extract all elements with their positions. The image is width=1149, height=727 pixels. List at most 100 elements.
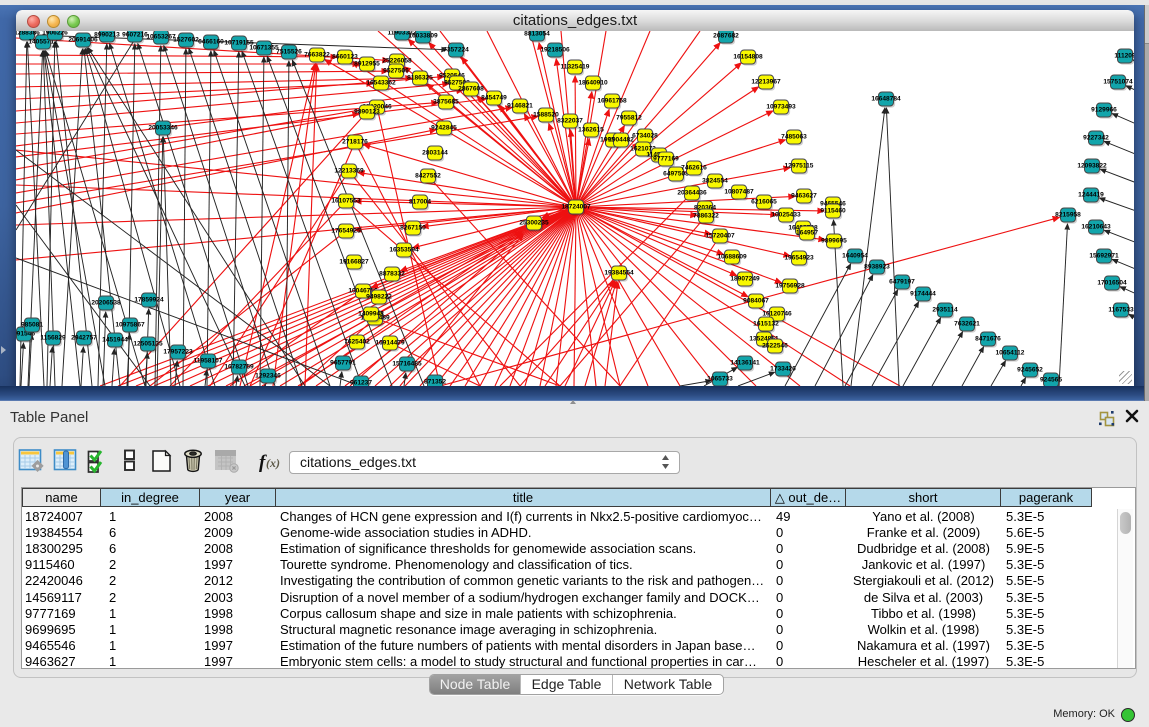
svg-text:3875685: 3875685 <box>433 99 459 106</box>
svg-text:1065733: 1065733 <box>707 376 733 383</box>
svg-text:16961758: 16961758 <box>597 98 627 105</box>
svg-text:16353594: 16353594 <box>389 247 419 254</box>
svg-text:1292346: 1292346 <box>255 373 281 380</box>
svg-text:1615132: 1615132 <box>753 321 779 328</box>
svg-text:9245652: 9245652 <box>1017 367 1043 374</box>
svg-text:3824554: 3824554 <box>702 178 728 185</box>
svg-text:9777169: 9777169 <box>653 156 679 163</box>
svg-text:15692971: 15692971 <box>1089 253 1119 260</box>
svg-text:2935114: 2935114 <box>932 307 958 314</box>
svg-text:16210643: 16210643 <box>1081 224 1111 231</box>
svg-text:9129966: 9129966 <box>1091 107 1117 114</box>
svg-text:7955812: 7955812 <box>616 115 642 122</box>
svg-text:19166827: 19166827 <box>339 259 369 266</box>
svg-text:1244419: 1244419 <box>1078 192 1104 199</box>
svg-text:8186325: 8186325 <box>407 75 433 82</box>
svg-text:9242845: 9242845 <box>431 125 457 132</box>
svg-text:16782759: 16782759 <box>224 364 254 371</box>
svg-text:6216065: 6216065 <box>751 199 777 206</box>
svg-text:9498222: 9498222 <box>366 294 392 301</box>
svg-text:9146821: 9146821 <box>507 103 533 110</box>
svg-text:6497508: 6497508 <box>663 171 689 178</box>
svg-text:17859924: 17859924 <box>134 297 164 304</box>
svg-text:7515526: 7515526 <box>276 49 302 56</box>
svg-text:1640954: 1640954 <box>842 253 868 260</box>
svg-text:8454749: 8454749 <box>481 95 507 102</box>
svg-text:18640910: 18640910 <box>578 80 608 87</box>
svg-text:1409948: 1409948 <box>358 311 384 318</box>
svg-text:8427552: 8427552 <box>415 173 441 180</box>
svg-text:16648784: 16648784 <box>871 96 901 103</box>
svg-text:16154808: 16154808 <box>733 54 763 61</box>
svg-text:16914479: 16914479 <box>375 340 405 347</box>
svg-text:11325419: 11325419 <box>561 64 590 71</box>
svg-text:8471676: 8471676 <box>975 336 1001 343</box>
svg-text:1527602: 1527602 <box>173 37 199 44</box>
svg-text:9607216: 9607216 <box>122 32 148 39</box>
svg-text:9084067: 9084067 <box>743 298 769 305</box>
svg-text:25300235: 25300235 <box>519 220 549 227</box>
svg-text:8215958: 8215958 <box>1055 212 1081 219</box>
svg-text:7625402: 7625402 <box>344 339 370 346</box>
svg-text:6734028: 6734028 <box>632 133 658 140</box>
svg-text:1906226: 1906226 <box>42 31 68 37</box>
svg-text:2718176: 2718176 <box>342 139 368 146</box>
svg-text:19218506: 19218506 <box>540 47 570 54</box>
svg-text:10973493: 10973493 <box>766 104 796 111</box>
svg-text:9527506: 9527506 <box>383 68 409 75</box>
svg-text:10975867: 10975867 <box>115 322 145 329</box>
svg-text:7886322: 7886322 <box>693 213 719 220</box>
svg-text:6466160: 6466160 <box>198 39 224 46</box>
svg-text:25226058: 25226058 <box>382 58 412 65</box>
svg-text:19384554: 19384554 <box>604 270 634 277</box>
svg-text:10671355: 10671355 <box>249 45 279 52</box>
svg-text:1588520: 1588520 <box>533 112 559 119</box>
svg-text:17957223: 17957223 <box>163 349 193 356</box>
svg-text:10688609: 10688609 <box>717 254 747 261</box>
svg-text:9899695: 9899695 <box>821 238 847 245</box>
svg-text:7462616: 7462616 <box>681 165 707 172</box>
svg-text:16543362: 16543362 <box>366 80 396 87</box>
svg-text:9174444: 9174444 <box>910 291 936 298</box>
svg-text:8322037: 8322037 <box>557 118 583 125</box>
svg-text:19756928: 19756928 <box>775 283 805 290</box>
svg-text:8990213: 8990213 <box>94 32 120 39</box>
svg-text:2803144: 2803144 <box>422 150 448 157</box>
svg-text:1362615: 1362615 <box>578 127 604 134</box>
svg-text:12213967: 12213967 <box>751 79 781 86</box>
svg-text:10025433: 10025433 <box>771 212 801 219</box>
svg-text:15716485: 15716485 <box>392 361 422 368</box>
svg-text:(x): (x) <box>266 456 280 470</box>
svg-text:2522546: 2522546 <box>762 343 788 350</box>
svg-text:17016504: 17016504 <box>1097 280 1127 287</box>
svg-text:17654925: 17654925 <box>331 228 361 235</box>
svg-text:985081: 985081 <box>21 322 43 329</box>
svg-text:12505135: 12505135 <box>133 341 163 348</box>
svg-text:8878332: 8878332 <box>379 271 405 278</box>
svg-text:6479197: 6479197 <box>889 279 915 286</box>
svg-text:16120746: 16120746 <box>762 311 792 318</box>
svg-text:9463627: 9463627 <box>791 193 817 200</box>
svg-text:14136141: 14136141 <box>730 360 760 367</box>
svg-text:924565: 924565 <box>1040 377 1062 384</box>
svg-text:111209: 111209 <box>1114 53 1134 60</box>
svg-text:10807487: 10807487 <box>724 189 754 196</box>
svg-text:9890123: 9890123 <box>354 109 380 116</box>
svg-text:2867608: 2867608 <box>458 86 484 93</box>
svg-text:2087682: 2087682 <box>713 33 739 40</box>
svg-text:10654112: 10654112 <box>996 350 1025 357</box>
svg-text:16033809: 16033809 <box>408 33 438 40</box>
svg-text:817004: 817004 <box>409 199 431 206</box>
svg-text:20053346: 20053346 <box>148 125 178 132</box>
svg-text:11958107: 11958107 <box>194 358 223 365</box>
svg-text:18907249: 18907249 <box>730 276 760 283</box>
svg-text:871352: 871352 <box>424 379 446 386</box>
svg-text:12093822: 12093822 <box>1077 163 1107 170</box>
svg-text:9227342: 9227342 <box>1083 135 1109 142</box>
svg-text:18724007: 18724007 <box>561 204 591 211</box>
svg-text:8938923: 8938923 <box>864 264 890 271</box>
svg-text:1156829: 1156829 <box>40 335 66 342</box>
svg-text:1904482: 1904482 <box>608 137 634 144</box>
svg-text:20206538: 20206538 <box>91 300 121 307</box>
svg-text:19654923: 19654923 <box>784 255 814 262</box>
